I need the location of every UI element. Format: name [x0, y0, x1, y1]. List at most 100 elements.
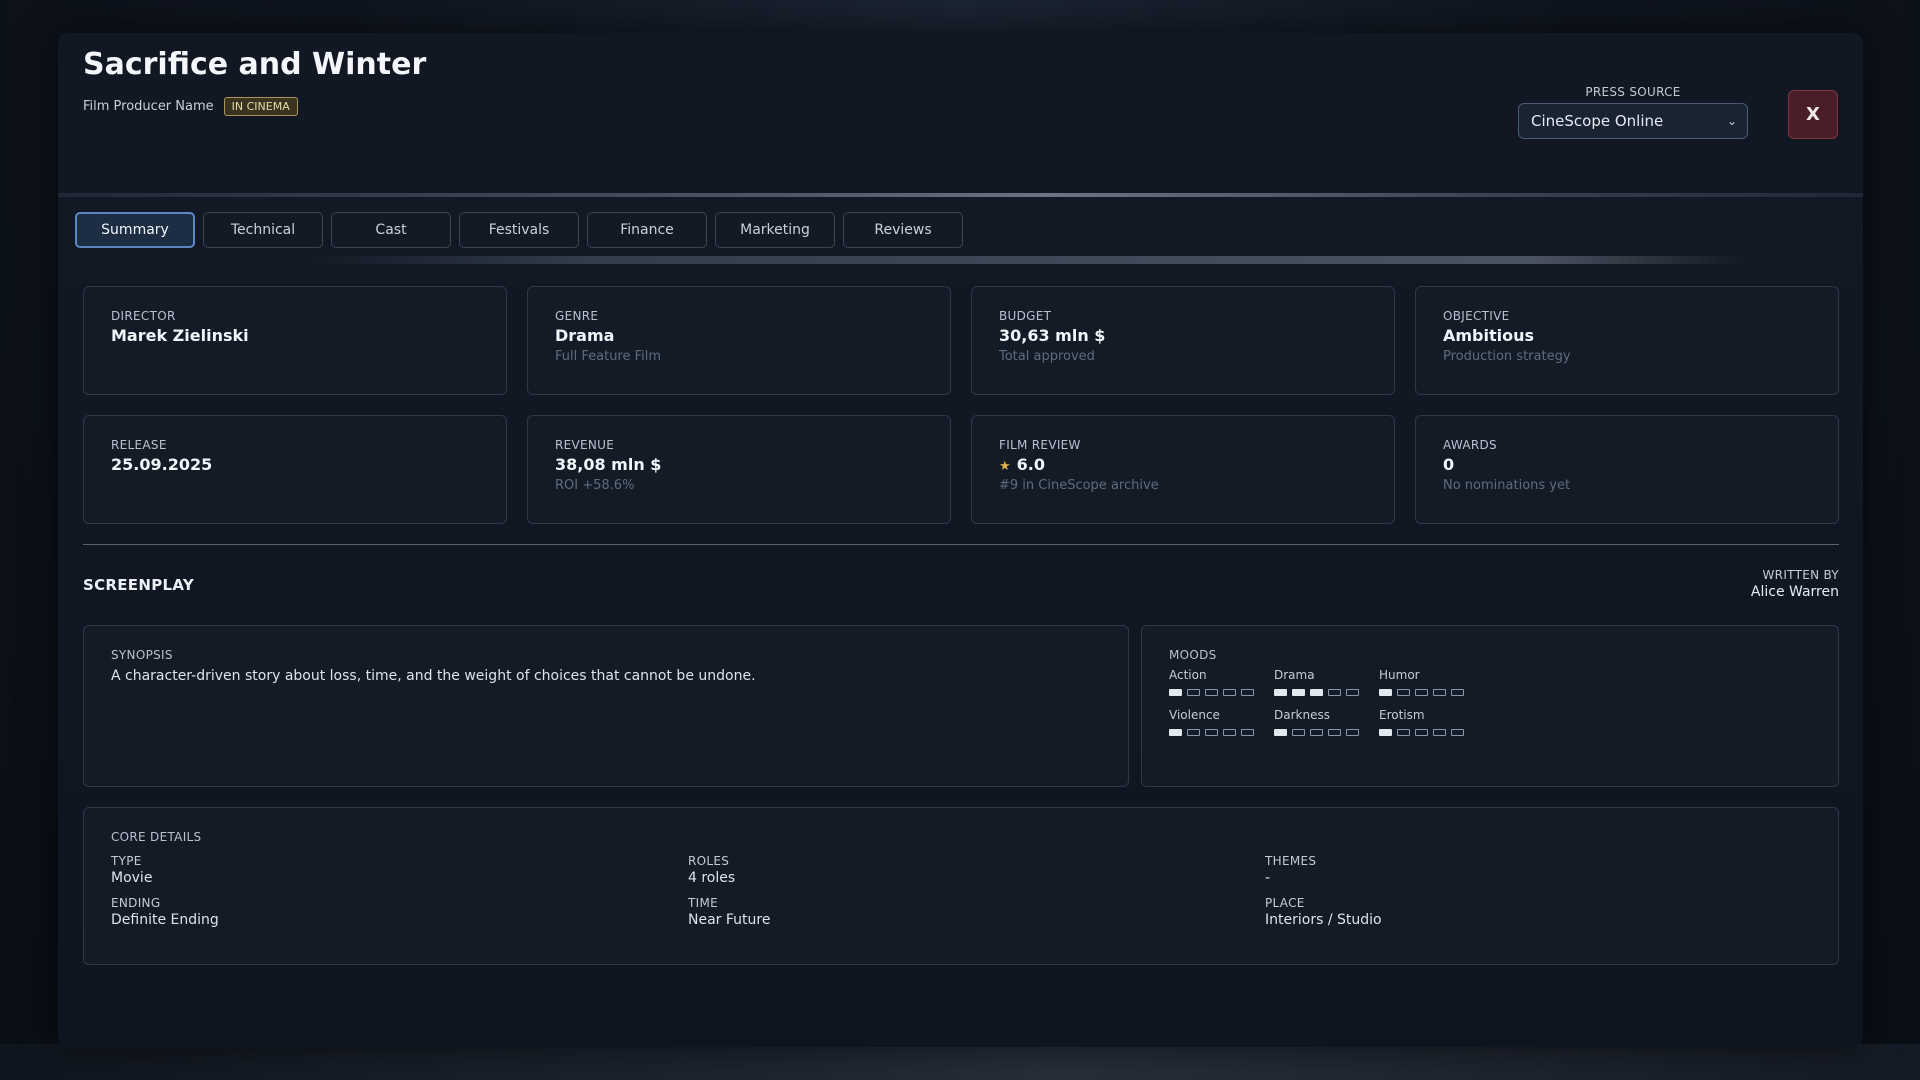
mood-erotism: Erotism: [1379, 708, 1484, 736]
card-awards: AWARDS 0 No nominations yet: [1415, 415, 1839, 524]
core-type: TYPE Movie: [111, 854, 688, 886]
card-sub: Total approved: [999, 349, 1095, 364]
card-value: 25.09.2025: [111, 455, 213, 474]
mood-pip-empty: [1433, 729, 1446, 736]
card-budget: BUDGET 30,63 mln $ Total approved: [971, 286, 1395, 395]
card-sub: ROI +58.6%: [555, 478, 635, 493]
section-divider: [83, 544, 1839, 545]
mood-pip-filled: [1169, 729, 1182, 736]
card-sub: No nominations yet: [1443, 478, 1571, 493]
mood-pip-empty: [1205, 689, 1218, 696]
mood-meter: [1379, 689, 1484, 696]
mood-drama: Drama: [1274, 668, 1379, 696]
card-label: OBJECTIVE: [1443, 309, 1510, 323]
press-source-select[interactable]: CineScope Online ⌄: [1518, 103, 1748, 139]
mood-pip-empty: [1241, 689, 1254, 696]
mood-name: Action: [1169, 668, 1207, 682]
mood-meter: [1169, 689, 1274, 696]
core-label: PLACE: [1265, 896, 1305, 910]
status-badge: IN CINEMA: [223, 97, 298, 116]
mood-pip-empty: [1451, 729, 1464, 736]
tab-summary[interactable]: Summary: [75, 212, 195, 248]
tab-marketing[interactable]: Marketing: [715, 212, 835, 248]
card-objective: OBJECTIVE Ambitious Production strategy: [1415, 286, 1839, 395]
card-label: GENRE: [555, 309, 599, 323]
mood-pip-filled: [1379, 689, 1392, 696]
card-genre: GENRE Drama Full Feature Film: [527, 286, 951, 395]
mood-pip-empty: [1187, 689, 1200, 696]
mood-pip-filled: [1274, 689, 1287, 696]
tab-technical[interactable]: Technical: [203, 212, 323, 248]
mood-pip-empty: [1451, 689, 1464, 696]
tab-reviews[interactable]: Reviews: [843, 212, 963, 248]
core-label: ROLES: [688, 854, 730, 868]
tab-festivals[interactable]: Festivals: [459, 212, 579, 248]
mood-meter: [1169, 729, 1274, 736]
card-label: RELEASE: [111, 438, 167, 452]
mood-name: Humor: [1379, 668, 1420, 682]
mood-meter: [1274, 689, 1379, 696]
mood-violence: Violence: [1169, 708, 1274, 736]
producer-name: Film Producer Name: [83, 99, 214, 114]
press-source-label: PRESS SOURCE: [1585, 85, 1681, 99]
mood-pip-empty: [1415, 729, 1428, 736]
header-divider: [58, 193, 1863, 197]
mood-name: Erotism: [1379, 708, 1425, 722]
mood-pip-empty: [1346, 729, 1359, 736]
mood-pip-empty: [1328, 729, 1341, 736]
close-button[interactable]: X: [1788, 90, 1838, 139]
mood-pip-empty: [1310, 729, 1323, 736]
mood-name: Darkness: [1274, 708, 1330, 722]
mood-pip-empty: [1292, 729, 1305, 736]
star-icon: ★: [999, 459, 1011, 474]
tabs-divider: [298, 256, 1748, 264]
card-label: REVENUE: [555, 438, 615, 452]
card-value: Marek Zielinski: [111, 326, 249, 345]
synopsis-text: A character-driven story about loss, tim…: [111, 668, 756, 684]
core-ending: ENDING Definite Ending: [111, 896, 688, 928]
moods-label: MOODS: [1169, 648, 1217, 662]
film-details-modal: Sacrifice and Winter Film Producer Name …: [58, 33, 1863, 1047]
mood-pip-empty: [1415, 689, 1428, 696]
mood-name: Violence: [1169, 708, 1220, 722]
core-details-title: CORE DETAILS: [111, 830, 202, 844]
core-label: TIME: [688, 896, 719, 910]
mood-pip-empty: [1223, 689, 1236, 696]
mood-action: Action: [1169, 668, 1274, 696]
card-label: BUDGET: [999, 309, 1052, 323]
card-label: FILM REVIEW: [999, 438, 1081, 452]
core-place: PLACE Interiors / Studio: [1265, 896, 1765, 928]
backdrop-shade: [0, 1044, 1920, 1080]
card-value: 38,08 mln $: [555, 455, 662, 474]
core-label: THEMES: [1265, 854, 1317, 868]
core-value: 4 roles: [688, 870, 736, 886]
mood-pip-filled: [1310, 689, 1323, 696]
card-sub: Full Feature Film: [555, 349, 662, 364]
mood-pip-empty: [1433, 689, 1446, 696]
card-value: 0: [1443, 455, 1455, 474]
mood-pip-empty: [1397, 729, 1410, 736]
mood-pip-empty: [1187, 729, 1200, 736]
tab-finance[interactable]: Finance: [587, 212, 707, 248]
core-value: Interiors / Studio: [1265, 912, 1382, 928]
written-by-label: WRITTEN BY: [1762, 568, 1839, 582]
press-source-value: CineScope Online: [1531, 112, 1664, 130]
mood-pip-filled: [1169, 689, 1182, 696]
core-themes: THEMES -: [1265, 854, 1765, 886]
press-source: PRESS SOURCE CineScope Online ⌄: [1518, 85, 1748, 139]
mood-pip-empty: [1328, 689, 1341, 696]
core-roles: ROLES 4 roles: [688, 854, 1265, 886]
core-label: TYPE: [111, 854, 142, 868]
mood-pip-empty: [1346, 689, 1359, 696]
card-value: Ambitious: [1443, 326, 1535, 345]
core-value: Movie: [111, 870, 153, 886]
core-value: Near Future: [688, 912, 771, 928]
mood-pip-filled: [1274, 729, 1287, 736]
mood-pip-empty: [1397, 689, 1410, 696]
synopsis-label: SYNOPSIS: [111, 648, 173, 662]
tab-cast[interactable]: Cast: [331, 212, 451, 248]
card-label: DIRECTOR: [111, 309, 176, 323]
written-by-value: Alice Warren: [1750, 584, 1839, 600]
mood-meter: [1379, 729, 1484, 736]
film-title: Sacrifice and Winter: [83, 47, 427, 82]
